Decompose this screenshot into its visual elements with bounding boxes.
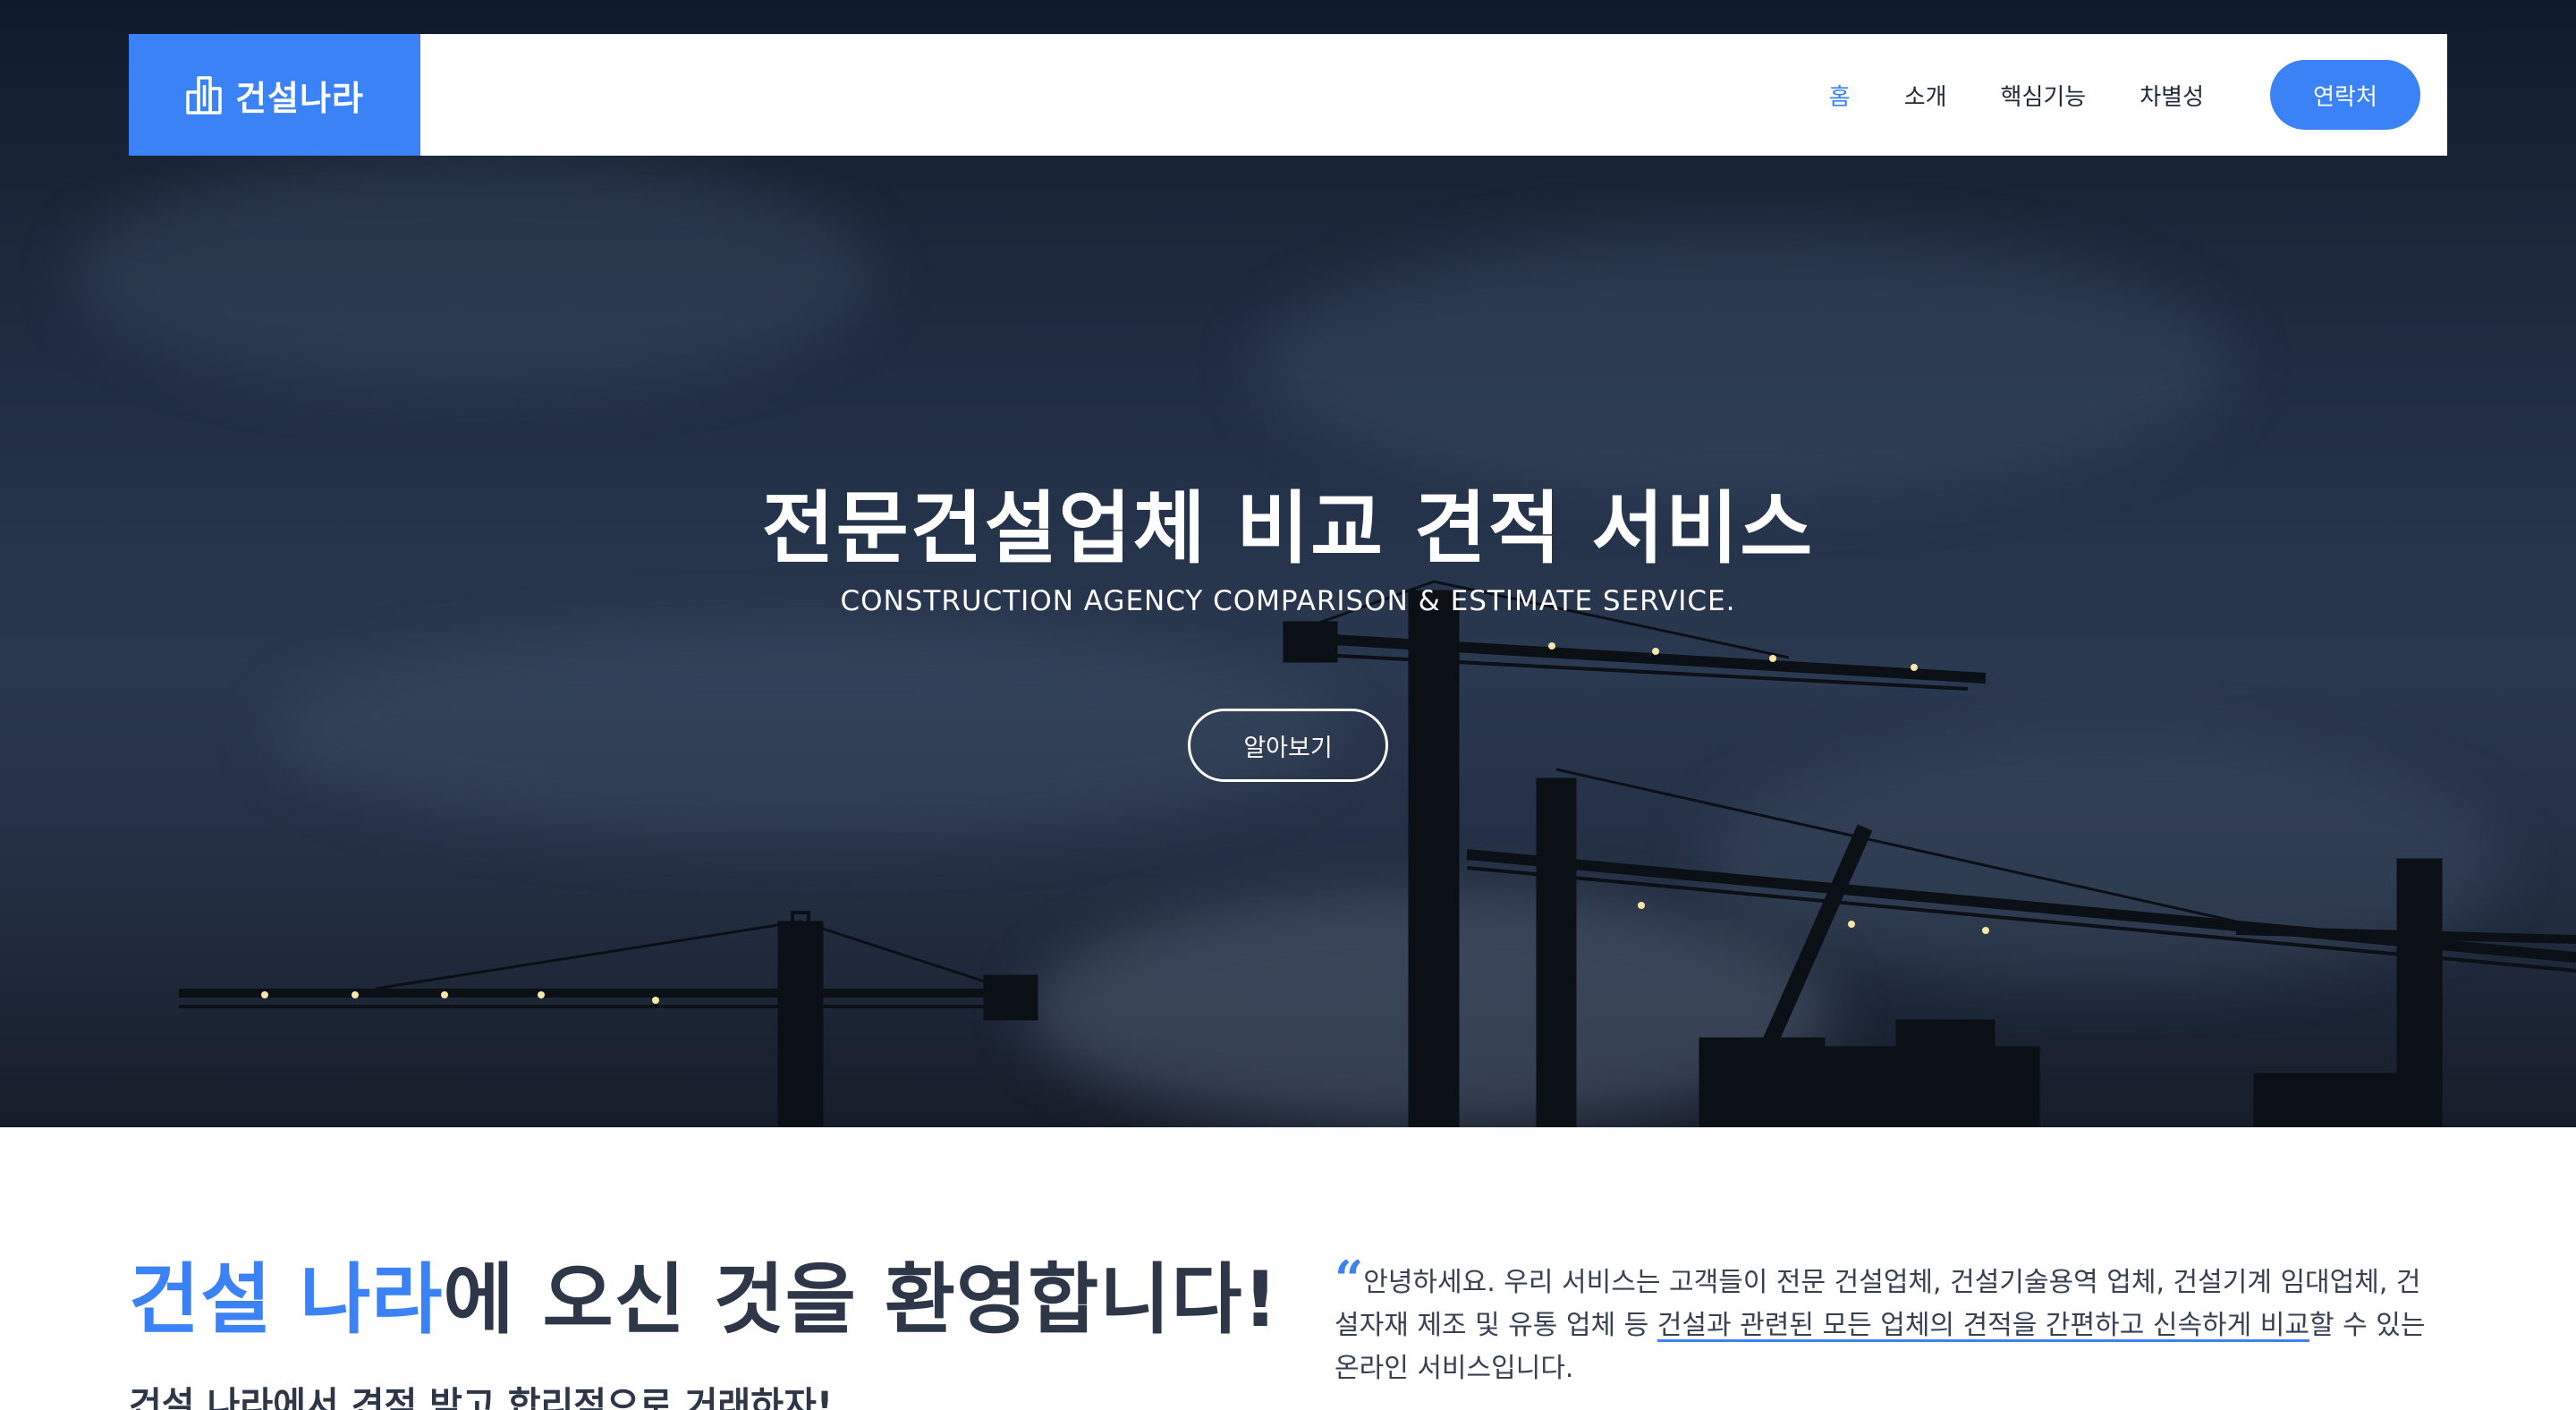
nav-link-about[interactable]: 소개	[1904, 79, 1947, 112]
top-navbar: 건설나라 홈 소개 핵심기능 차별성 연락처	[129, 34, 2447, 156]
hero-title: 전문건설업체 비교 견적 서비스	[761, 482, 1815, 574]
brand-name: 건설나라	[235, 78, 364, 118]
intro-text-highlight: 건설과 관련된 모든 업체의 견적을 간편하고 신속하게 비교	[1657, 1310, 2309, 1341]
welcome-subheading: 건설 나라에서 견적 받고 합리적으로 거래하자!	[129, 1385, 834, 1410]
welcome-heading-brand: 건설 나라	[129, 1255, 444, 1345]
contact-button[interactable]: 연락처	[2270, 60, 2420, 130]
nav-link-features[interactable]: 핵심기능	[2001, 79, 2087, 112]
nav-link-differentiators[interactable]: 차별성	[2140, 79, 2204, 112]
hero-subtitle: CONSTRUCTION AGENCY COMPARISON & ESTIMAT…	[840, 585, 1736, 617]
learn-more-button[interactable]: 알아보기	[1188, 709, 1388, 782]
nav-menu: 홈 소개 핵심기능 차별성 연락처	[1802, 60, 2447, 130]
welcome-heading: 건설 나라에 오신 것을 환영합니다!	[129, 1236, 1279, 1348]
buildings-icon	[186, 76, 222, 115]
welcome-heading-rest: 에 오신 것을 환영합니다!	[443, 1255, 1279, 1345]
hero-section: 건설나라 홈 소개 핵심기능 차별성 연락처 전문건설업체 비교 견적 서비스 …	[0, 0, 2576, 1127]
brand-logo[interactable]: 건설나라	[129, 34, 420, 156]
quote-icon: “	[1335, 1250, 1364, 1309]
nav-link-home[interactable]: 홈	[1829, 79, 1851, 112]
intro-paragraph: “안녕하세요. 우리 서비스는 고객들이 전문 건설업체, 건설기술용역 업체,…	[1335, 1254, 2426, 1390]
